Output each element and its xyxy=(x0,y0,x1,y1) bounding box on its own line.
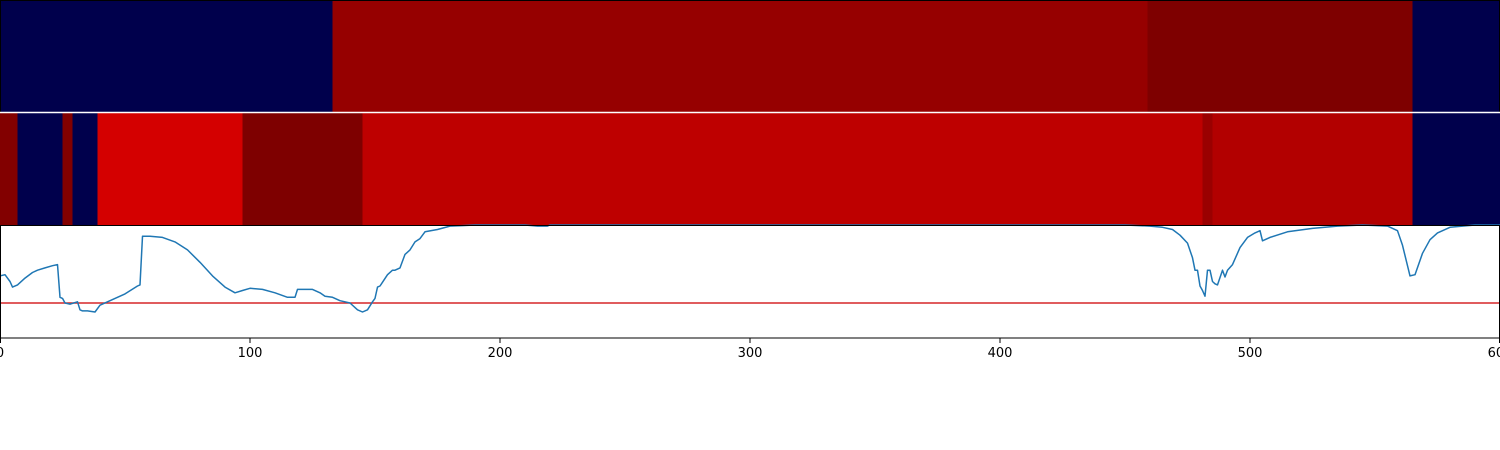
x-tick-label-2: 200 xyxy=(488,346,513,361)
top-strip-segment-1 xyxy=(332,0,1148,113)
figure: 0 100 200 300 400 500 600 xyxy=(0,0,1500,361)
middle-strip-segment-6 xyxy=(362,113,1203,225)
x-tick-label-5: 500 xyxy=(1238,346,1263,361)
x-tick-label-1: 100 xyxy=(238,346,263,361)
middle-strip-segment-8 xyxy=(1212,113,1413,225)
middle-strip-segment-1 xyxy=(17,113,63,225)
x-tick-label-6: 600 xyxy=(1488,346,1500,361)
middle-strip-segment-7 xyxy=(1202,113,1213,225)
top-heatmap-strip xyxy=(0,0,1500,113)
x-tick-label-4: 400 xyxy=(988,346,1013,361)
line-panel xyxy=(0,224,1500,338)
middle-strip-segment-9 xyxy=(1412,113,1500,225)
middle-strip-segment-3 xyxy=(72,113,98,225)
line-panel-background xyxy=(0,225,1500,338)
x-axis: 0 100 200 300 400 500 600 xyxy=(0,338,1500,361)
x-tick-label-3: 300 xyxy=(738,346,763,361)
middle-strip-segment-0 xyxy=(0,113,18,225)
middle-strip-segment-5 xyxy=(242,113,363,225)
top-strip-segment-0 xyxy=(0,0,333,113)
middle-strip-segment-2 xyxy=(62,113,73,225)
middle-heatmap-strip xyxy=(0,113,1500,225)
top-strip-segment-3 xyxy=(1412,0,1500,113)
x-tick-label-0: 0 xyxy=(0,346,4,361)
top-strip-segment-2 xyxy=(1147,0,1413,113)
middle-strip-segment-4 xyxy=(97,113,243,225)
